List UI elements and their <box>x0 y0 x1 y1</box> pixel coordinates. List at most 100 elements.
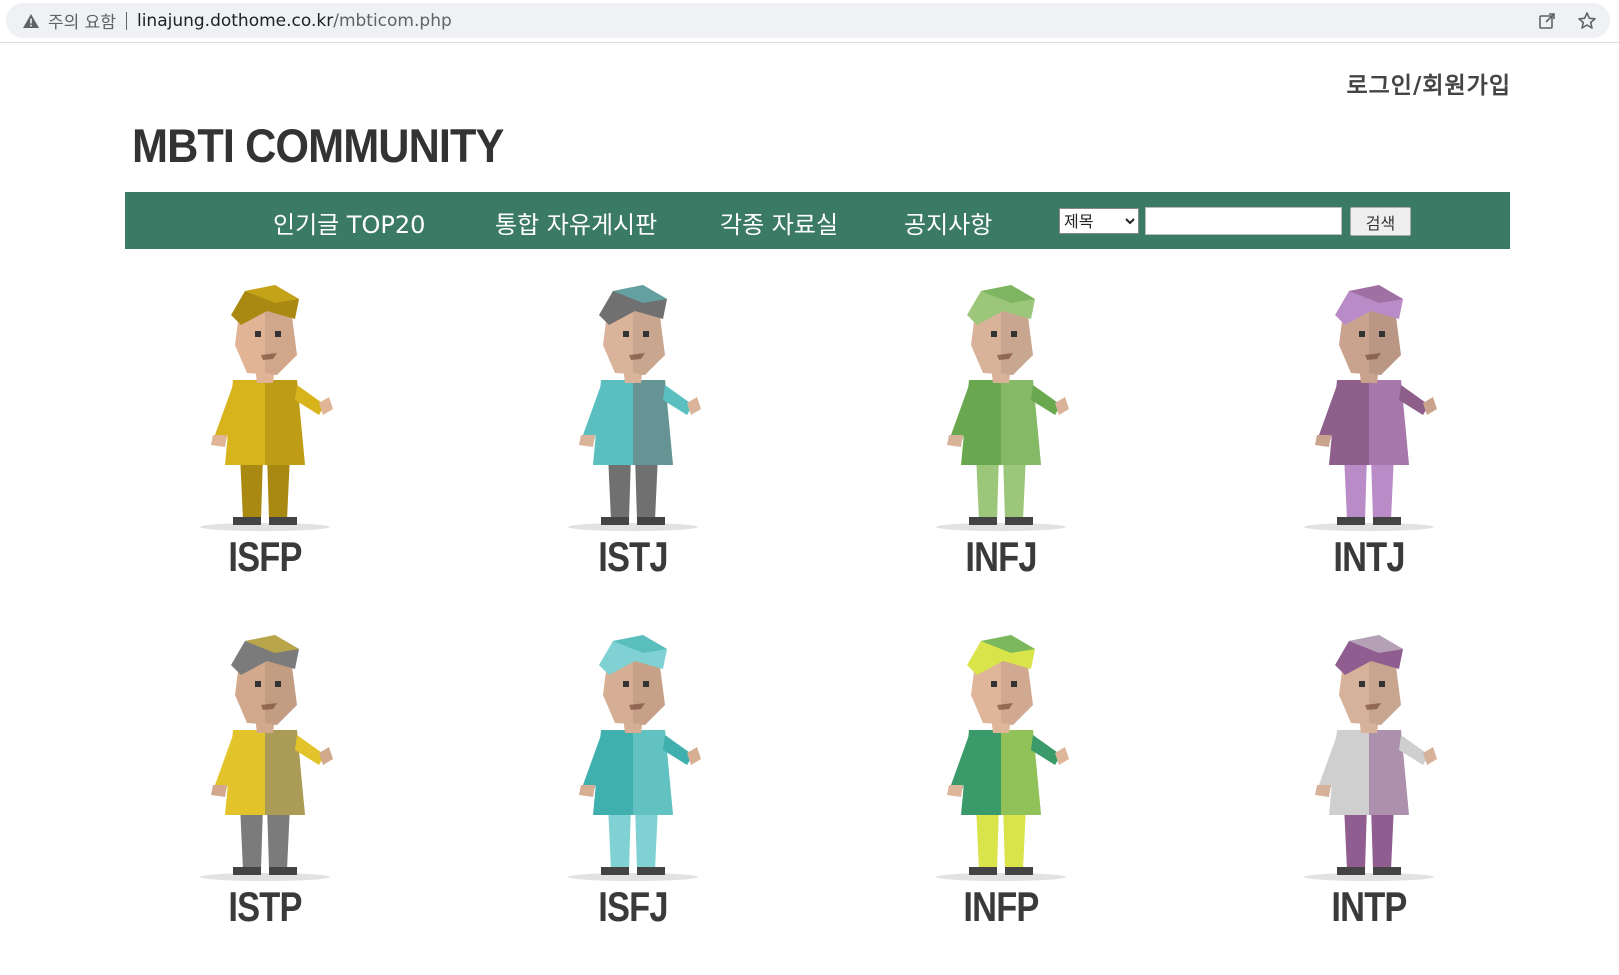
nav-free-board[interactable]: 통합 자유게시판 <box>495 205 657 240</box>
ground-shadow <box>936 523 1066 531</box>
nav-popular-top20[interactable]: 인기글 TOP20 <box>273 205 425 240</box>
mbti-type-label[interactable]: ISTP <box>142 883 388 931</box>
right-hand <box>319 397 333 415</box>
left-foot <box>1337 867 1365 875</box>
right-foot <box>269 867 297 875</box>
star-icon[interactable] <box>1576 10 1598 32</box>
character-illustration-istp <box>200 635 333 881</box>
character-illustration-infp <box>936 635 1069 881</box>
left-eye <box>255 331 261 337</box>
left-eye <box>991 681 997 687</box>
right-foot <box>1373 517 1401 525</box>
mbti-card-isfp[interactable]: ISFP <box>115 285 415 605</box>
character-illustration-infj <box>936 285 1069 531</box>
left-eye <box>1359 331 1365 337</box>
mbti-type-label[interactable]: ISTJ <box>510 533 756 581</box>
right-eye <box>643 331 649 337</box>
site-title[interactable]: MBTI COMMUNITY <box>132 118 504 173</box>
mbti-type-label[interactable]: ISFJ <box>510 883 756 931</box>
head-shade <box>1001 309 1033 375</box>
mbti-type-label[interactable]: INTP <box>1246 883 1492 931</box>
mbti-card-istj[interactable]: ISTJ <box>483 285 783 605</box>
ground-shadow <box>200 873 330 881</box>
left-foot <box>601 517 629 525</box>
head-shade <box>265 309 297 375</box>
mbti-card-infp[interactable]: INFP <box>851 635 1151 955</box>
security-warning-text[interactable]: 주의 요함 <box>48 8 116 33</box>
right-foot <box>269 517 297 525</box>
left-hand <box>1315 435 1331 447</box>
right-hand <box>687 397 701 415</box>
ground-shadow <box>568 523 698 531</box>
url-path[interactable]: /mbticom.php <box>333 11 452 31</box>
search-button[interactable]: 검색 <box>1350 207 1411 236</box>
mbti-card-intj[interactable]: INTJ <box>1219 285 1519 605</box>
left-hand <box>947 785 963 797</box>
left-eye <box>623 331 629 337</box>
character-illustration-isfp <box>200 285 333 531</box>
character-illustration-intp <box>1304 635 1437 881</box>
omnibox-actions <box>1536 3 1598 38</box>
left-hand <box>211 435 227 447</box>
ground-shadow <box>568 873 698 881</box>
left-foot <box>233 517 261 525</box>
mbti-card-isfj[interactable]: ISFJ <box>483 635 783 955</box>
head-shade <box>1369 309 1401 375</box>
mbti-card-infj[interactable]: INFJ <box>851 285 1151 605</box>
url-host[interactable]: linajung.dothome.co.kr <box>137 11 333 31</box>
left-eye <box>623 681 629 687</box>
left-hand <box>579 785 595 797</box>
omnibox[interactable]: 주의 요함 linajung.dothome.co.kr/mbticom.php <box>6 3 1610 38</box>
login-signup-link[interactable]: 로그인/회원가입 <box>1346 66 1511 100</box>
omnibox-divider <box>125 11 127 30</box>
ground-shadow <box>1304 873 1434 881</box>
left-hand <box>947 435 963 447</box>
right-hand <box>1423 397 1437 415</box>
character-illustration-intj <box>1304 285 1437 531</box>
search-type-select[interactable]: 제목 <box>1059 208 1139 234</box>
left-hand <box>211 785 227 797</box>
left-foot <box>233 867 261 875</box>
mbti-type-label[interactable]: INFJ <box>878 533 1124 581</box>
warning-icon[interactable] <box>22 12 40 30</box>
right-foot <box>1005 867 1033 875</box>
mbti-card-intp[interactable]: INTP <box>1219 635 1519 955</box>
right-foot <box>1373 867 1401 875</box>
right-hand <box>1055 747 1069 765</box>
head-shade <box>1369 659 1401 725</box>
head-shade <box>265 659 297 725</box>
head-shade <box>633 309 665 375</box>
head-shade <box>1001 659 1033 725</box>
search-input[interactable] <box>1145 207 1342 235</box>
character-illustration-isfj <box>568 635 701 881</box>
left-foot <box>601 867 629 875</box>
main-nav: 인기글 TOP20 통합 자유게시판 각종 자료실 공지사항 제목 검색 <box>125 192 1510 249</box>
browser-address-bar: 주의 요함 linajung.dothome.co.kr/mbticom.php <box>0 0 1619 43</box>
right-foot <box>637 867 665 875</box>
mbti-type-label[interactable]: ISFP <box>142 533 388 581</box>
mbti-type-label[interactable]: INTJ <box>1246 533 1492 581</box>
head-shade <box>633 659 665 725</box>
right-eye <box>1379 681 1385 687</box>
left-hand <box>579 435 595 447</box>
mbti-card-istp[interactable]: ISTP <box>115 635 415 955</box>
mbti-type-label[interactable]: INFP <box>878 883 1124 931</box>
right-hand <box>1423 747 1437 765</box>
right-foot <box>637 517 665 525</box>
left-foot <box>1337 517 1365 525</box>
share-icon[interactable] <box>1536 10 1558 32</box>
right-eye <box>1379 331 1385 337</box>
right-eye <box>643 681 649 687</box>
ground-shadow <box>1304 523 1434 531</box>
left-eye <box>1359 681 1365 687</box>
nav-notices[interactable]: 공지사항 <box>904 205 992 240</box>
right-eye <box>1011 681 1017 687</box>
right-hand <box>319 747 333 765</box>
character-illustration-istj <box>568 285 701 531</box>
right-hand <box>687 747 701 765</box>
nav-resources[interactable]: 각종 자료실 <box>720 205 838 240</box>
left-eye <box>255 681 261 687</box>
left-foot <box>969 517 997 525</box>
left-hand <box>1315 785 1331 797</box>
left-foot <box>969 867 997 875</box>
